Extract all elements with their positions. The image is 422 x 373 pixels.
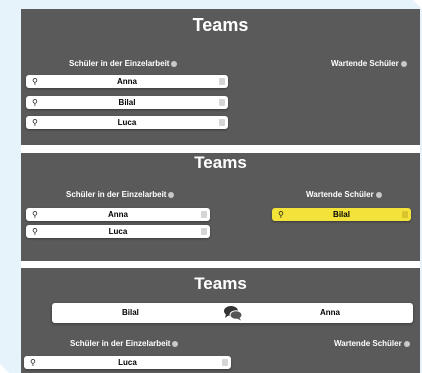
waiting-student-row[interactable]: ⚲ Bilal xyxy=(272,208,411,221)
solo-heading: Schüler in der Einzelarbeit xyxy=(70,339,179,348)
solo-heading-label: Schüler in der Einzelarbeit xyxy=(70,339,171,348)
student-row[interactable]: ⚲ Bilal xyxy=(26,96,228,109)
waiting-heading: Wartende Schüler xyxy=(334,339,410,348)
panel-title: Teams xyxy=(194,153,247,172)
student-row[interactable]: ⚲ Luca xyxy=(26,116,228,129)
solo-heading-label: Schüler in der Einzelarbeit xyxy=(66,190,167,199)
info-icon[interactable] xyxy=(171,60,178,67)
student-row[interactable]: ⚲ Anna xyxy=(26,75,228,88)
info-icon[interactable] xyxy=(403,340,410,347)
separator xyxy=(21,261,420,268)
student-name: Luca xyxy=(108,227,128,236)
panel-title: Teams xyxy=(192,15,249,35)
page-corner xyxy=(0,364,9,373)
info-icon[interactable] xyxy=(168,191,175,198)
solo-heading: Schüler in der Einzelarbeit xyxy=(69,59,178,68)
waiting-heading: Wartende Schüler xyxy=(306,190,382,199)
waiting-heading-label: Wartende Schüler xyxy=(306,190,374,199)
student-row[interactable]: ⚲ Luca xyxy=(24,356,231,369)
student-name: Luca xyxy=(117,118,137,127)
trash-icon[interactable] xyxy=(219,99,225,106)
trash-icon[interactable] xyxy=(402,211,408,218)
waiting-heading: Wartende Schüler xyxy=(331,59,407,68)
tutorial-canvas: Teams Schüler in der Einzelarbeit Warten… xyxy=(0,0,422,373)
student-name: Bilal xyxy=(333,210,350,219)
trash-icon[interactable] xyxy=(201,211,207,218)
info-icon[interactable] xyxy=(375,191,382,198)
chat-bubbles-icon[interactable] xyxy=(223,305,243,321)
team-member-name: Bilal xyxy=(122,308,139,317)
page-corner xyxy=(413,0,422,9)
trash-icon[interactable] xyxy=(219,78,225,85)
teams-panel-1: Teams Schüler in der Einzelarbeit Warten… xyxy=(21,9,420,145)
solo-heading: Schüler in der Einzelarbeit xyxy=(66,190,175,199)
solo-heading-label: Schüler in der Einzelarbeit xyxy=(69,59,170,68)
info-icon[interactable] xyxy=(400,60,407,67)
info-icon[interactable] xyxy=(172,340,179,347)
trash-icon[interactable] xyxy=(219,119,225,126)
panel-title: Teams xyxy=(194,274,247,293)
waiting-heading-label: Wartende Schüler xyxy=(331,59,399,68)
trash-icon[interactable] xyxy=(222,359,228,366)
team-member-name: Anna xyxy=(320,308,340,317)
trash-icon[interactable] xyxy=(201,228,207,235)
waiting-heading-label: Wartende Schüler xyxy=(334,339,402,348)
team-pair-card[interactable]: Bilal Anna xyxy=(52,303,413,323)
student-name: Anna xyxy=(108,210,128,219)
teams-panel-2: Teams Schüler in der Einzelarbeit Warten… xyxy=(21,153,420,261)
teams-panel-3: Teams Bilal Anna Schüler in der Einzelar… xyxy=(21,268,420,373)
student-name: Anna xyxy=(117,77,137,86)
separator xyxy=(21,145,420,153)
student-name: Luca xyxy=(118,358,137,367)
student-row[interactable]: ⚲ Luca xyxy=(26,225,210,238)
student-row[interactable]: ⚲ Anna xyxy=(26,208,210,221)
student-name: Bilal xyxy=(118,98,136,107)
